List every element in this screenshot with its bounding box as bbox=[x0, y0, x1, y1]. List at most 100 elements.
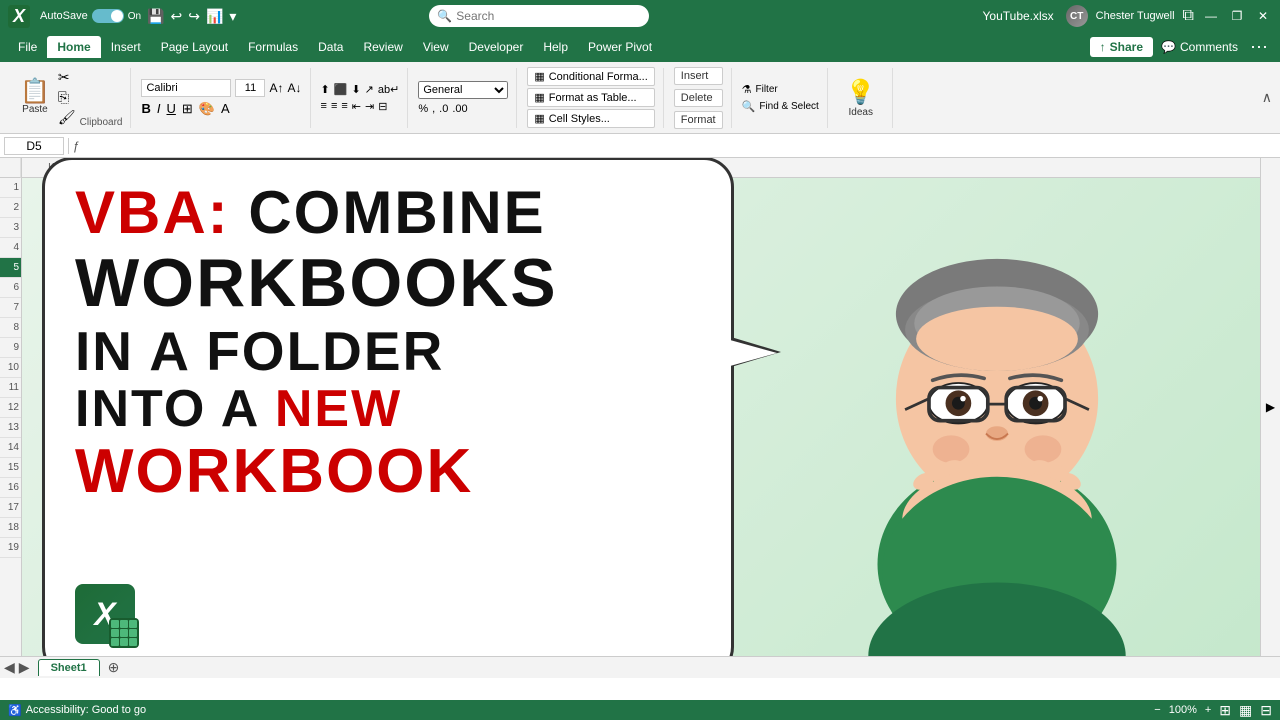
align-bottom-icon[interactable]: ⬇ bbox=[351, 83, 360, 96]
format-as-table-button[interactable]: ▦ Format as Table... bbox=[527, 88, 654, 107]
tab-home[interactable]: Home bbox=[47, 36, 100, 58]
row-17[interactable]: 17 bbox=[0, 498, 21, 518]
row-18[interactable]: 18 bbox=[0, 518, 21, 538]
scroll-sheets-right-button[interactable]: ▶ bbox=[19, 659, 30, 676]
formula-input[interactable] bbox=[84, 139, 1276, 153]
view-normal-button[interactable]: ⊞ bbox=[1219, 702, 1231, 719]
orientation-icon[interactable]: ↗ bbox=[365, 83, 374, 96]
save-icon[interactable]: 💾 bbox=[147, 8, 164, 25]
row-4[interactable]: 4 bbox=[0, 238, 21, 258]
row-2[interactable]: 2 bbox=[0, 198, 21, 218]
dropdown-icon[interactable]: ▾ bbox=[229, 8, 236, 25]
collapse-ribbon-button[interactable]: ∧ bbox=[1262, 89, 1272, 107]
find-select-button[interactable]: 🔍 Find & Select bbox=[742, 100, 819, 113]
spreadsheet-area[interactable]: K L M N O P Q R VBA: COMBINE bbox=[22, 158, 1280, 656]
increase-indent-icon[interactable]: ⇥ bbox=[365, 100, 374, 113]
delete-cells-button[interactable]: Delete bbox=[674, 89, 723, 107]
wrap-text-icon[interactable]: ab↵ bbox=[378, 83, 399, 96]
tab-insert[interactable]: Insert bbox=[101, 36, 151, 58]
comments-button[interactable]: 💬 Comments bbox=[1161, 40, 1238, 54]
tab-formulas[interactable]: Formulas bbox=[238, 36, 308, 58]
scroll-left-button[interactable]: ◀ bbox=[4, 659, 15, 676]
align-left-icon[interactable]: ≡ bbox=[321, 100, 327, 113]
tab-review[interactable]: Review bbox=[353, 36, 412, 58]
sheet-tab-sheet1[interactable]: Sheet1 bbox=[38, 659, 100, 676]
font-name-input[interactable] bbox=[141, 79, 231, 97]
share-button[interactable]: ↑ Share bbox=[1090, 37, 1153, 57]
row-9[interactable]: 9 bbox=[0, 338, 21, 358]
ribbon-overflow[interactable]: ⋯ bbox=[1246, 37, 1272, 58]
tab-developer[interactable]: Developer bbox=[459, 36, 534, 58]
search-input[interactable] bbox=[456, 9, 641, 23]
cell-styles-button[interactable]: ▦ Cell Styles... bbox=[527, 109, 654, 128]
copy-icon[interactable]: ⎘ bbox=[58, 89, 76, 106]
row-10[interactable]: 10 bbox=[0, 358, 21, 378]
undo-icon[interactable]: ↩ bbox=[171, 8, 183, 25]
border-icon[interactable]: ⊞ bbox=[182, 101, 193, 117]
row-13[interactable]: 13 bbox=[0, 418, 21, 438]
tab-file[interactable]: File bbox=[8, 36, 47, 58]
row-14[interactable]: 14 bbox=[0, 438, 21, 458]
italic-icon[interactable]: I bbox=[157, 101, 161, 116]
row-7[interactable]: 7 bbox=[0, 298, 21, 318]
publish-icon[interactable]: 📊 bbox=[206, 8, 223, 25]
font-color-icon[interactable]: A bbox=[221, 101, 230, 116]
row-1[interactable]: 1 bbox=[0, 178, 21, 198]
row-16[interactable]: 16 bbox=[0, 478, 21, 498]
row-5[interactable]: 5 bbox=[0, 258, 21, 278]
fill-color-icon[interactable]: 🎨 bbox=[199, 101, 215, 117]
search-bar[interactable]: 🔍 bbox=[429, 5, 649, 27]
zoom-out-button[interactable]: − bbox=[1154, 704, 1160, 716]
align-right-icon[interactable]: ≡ bbox=[341, 100, 347, 113]
merge-center-icon[interactable]: ⊟ bbox=[378, 100, 387, 113]
conditional-format-button[interactable]: ▦ Conditional Forma... bbox=[527, 67, 654, 86]
cell-reference-input[interactable] bbox=[4, 137, 64, 155]
font-decrease-icon[interactable]: A↓ bbox=[288, 81, 302, 95]
restore-button[interactable]: ❐ bbox=[1228, 7, 1246, 25]
ideas-button[interactable]: 💡 Ideas bbox=[838, 74, 884, 122]
align-top-icon[interactable]: ⬆ bbox=[321, 83, 330, 96]
cut-icon[interactable]: ✂ bbox=[58, 69, 76, 86]
scroll-right-button[interactable]: ▶ bbox=[1260, 158, 1280, 656]
zoom-in-button[interactable]: + bbox=[1205, 704, 1211, 716]
number-format-select[interactable]: General Number Currency Percentage bbox=[418, 81, 508, 99]
underline-icon[interactable]: U bbox=[167, 101, 176, 116]
bubble-line-5: WORKBOOK bbox=[75, 438, 701, 506]
font-size-input[interactable] bbox=[235, 79, 265, 97]
function-icon[interactable]: ƒ bbox=[73, 139, 80, 153]
format-cells-button[interactable]: Format bbox=[674, 111, 723, 129]
view-layout-button[interactable]: ▦ bbox=[1239, 702, 1252, 719]
percent-icon[interactable]: % bbox=[418, 103, 428, 115]
close-button[interactable]: ✕ bbox=[1254, 7, 1272, 25]
comma-icon[interactable]: , bbox=[432, 103, 435, 115]
decrease-decimal-icon[interactable]: .00 bbox=[452, 103, 467, 115]
tab-help[interactable]: Help bbox=[533, 36, 578, 58]
row-3[interactable]: 3 bbox=[0, 218, 21, 238]
add-sheet-button[interactable]: ⊕ bbox=[100, 657, 128, 678]
font-increase-icon[interactable]: A↑ bbox=[269, 81, 283, 95]
redo-icon[interactable]: ↪ bbox=[188, 8, 200, 25]
autosave-toggle[interactable] bbox=[92, 9, 124, 23]
row-19[interactable]: 19 bbox=[0, 538, 21, 558]
align-center-icon[interactable]: ≡ bbox=[331, 100, 337, 113]
tab-page-layout[interactable]: Page Layout bbox=[151, 36, 238, 58]
view-preview-button[interactable]: ⊟ bbox=[1260, 702, 1272, 719]
row-8[interactable]: 8 bbox=[0, 318, 21, 338]
row-11[interactable]: 11 bbox=[0, 378, 21, 398]
increase-decimal-icon[interactable]: .0 bbox=[439, 103, 448, 115]
minimize-button[interactable]: — bbox=[1202, 7, 1220, 25]
bold-icon[interactable]: B bbox=[141, 101, 150, 116]
paste-button[interactable]: 📋 Paste bbox=[16, 76, 54, 119]
format-painter-icon[interactable]: 🖌 bbox=[58, 109, 76, 126]
insert-cells-button[interactable]: Insert bbox=[674, 67, 723, 85]
align-middle-icon[interactable]: ⬛ bbox=[334, 83, 348, 96]
tab-power-pivot[interactable]: Power Pivot bbox=[578, 36, 662, 58]
row-12[interactable]: 12 bbox=[0, 398, 21, 418]
row-6[interactable]: 6 bbox=[0, 278, 21, 298]
filter-button[interactable]: ⚗ Filter bbox=[742, 83, 819, 96]
decrease-indent-icon[interactable]: ⇤ bbox=[352, 100, 361, 113]
tab-data[interactable]: Data bbox=[308, 36, 353, 58]
ribbon-view-icon[interactable]: ⧉ bbox=[1183, 7, 1194, 25]
row-15[interactable]: 15 bbox=[0, 458, 21, 478]
tab-view[interactable]: View bbox=[413, 36, 459, 58]
